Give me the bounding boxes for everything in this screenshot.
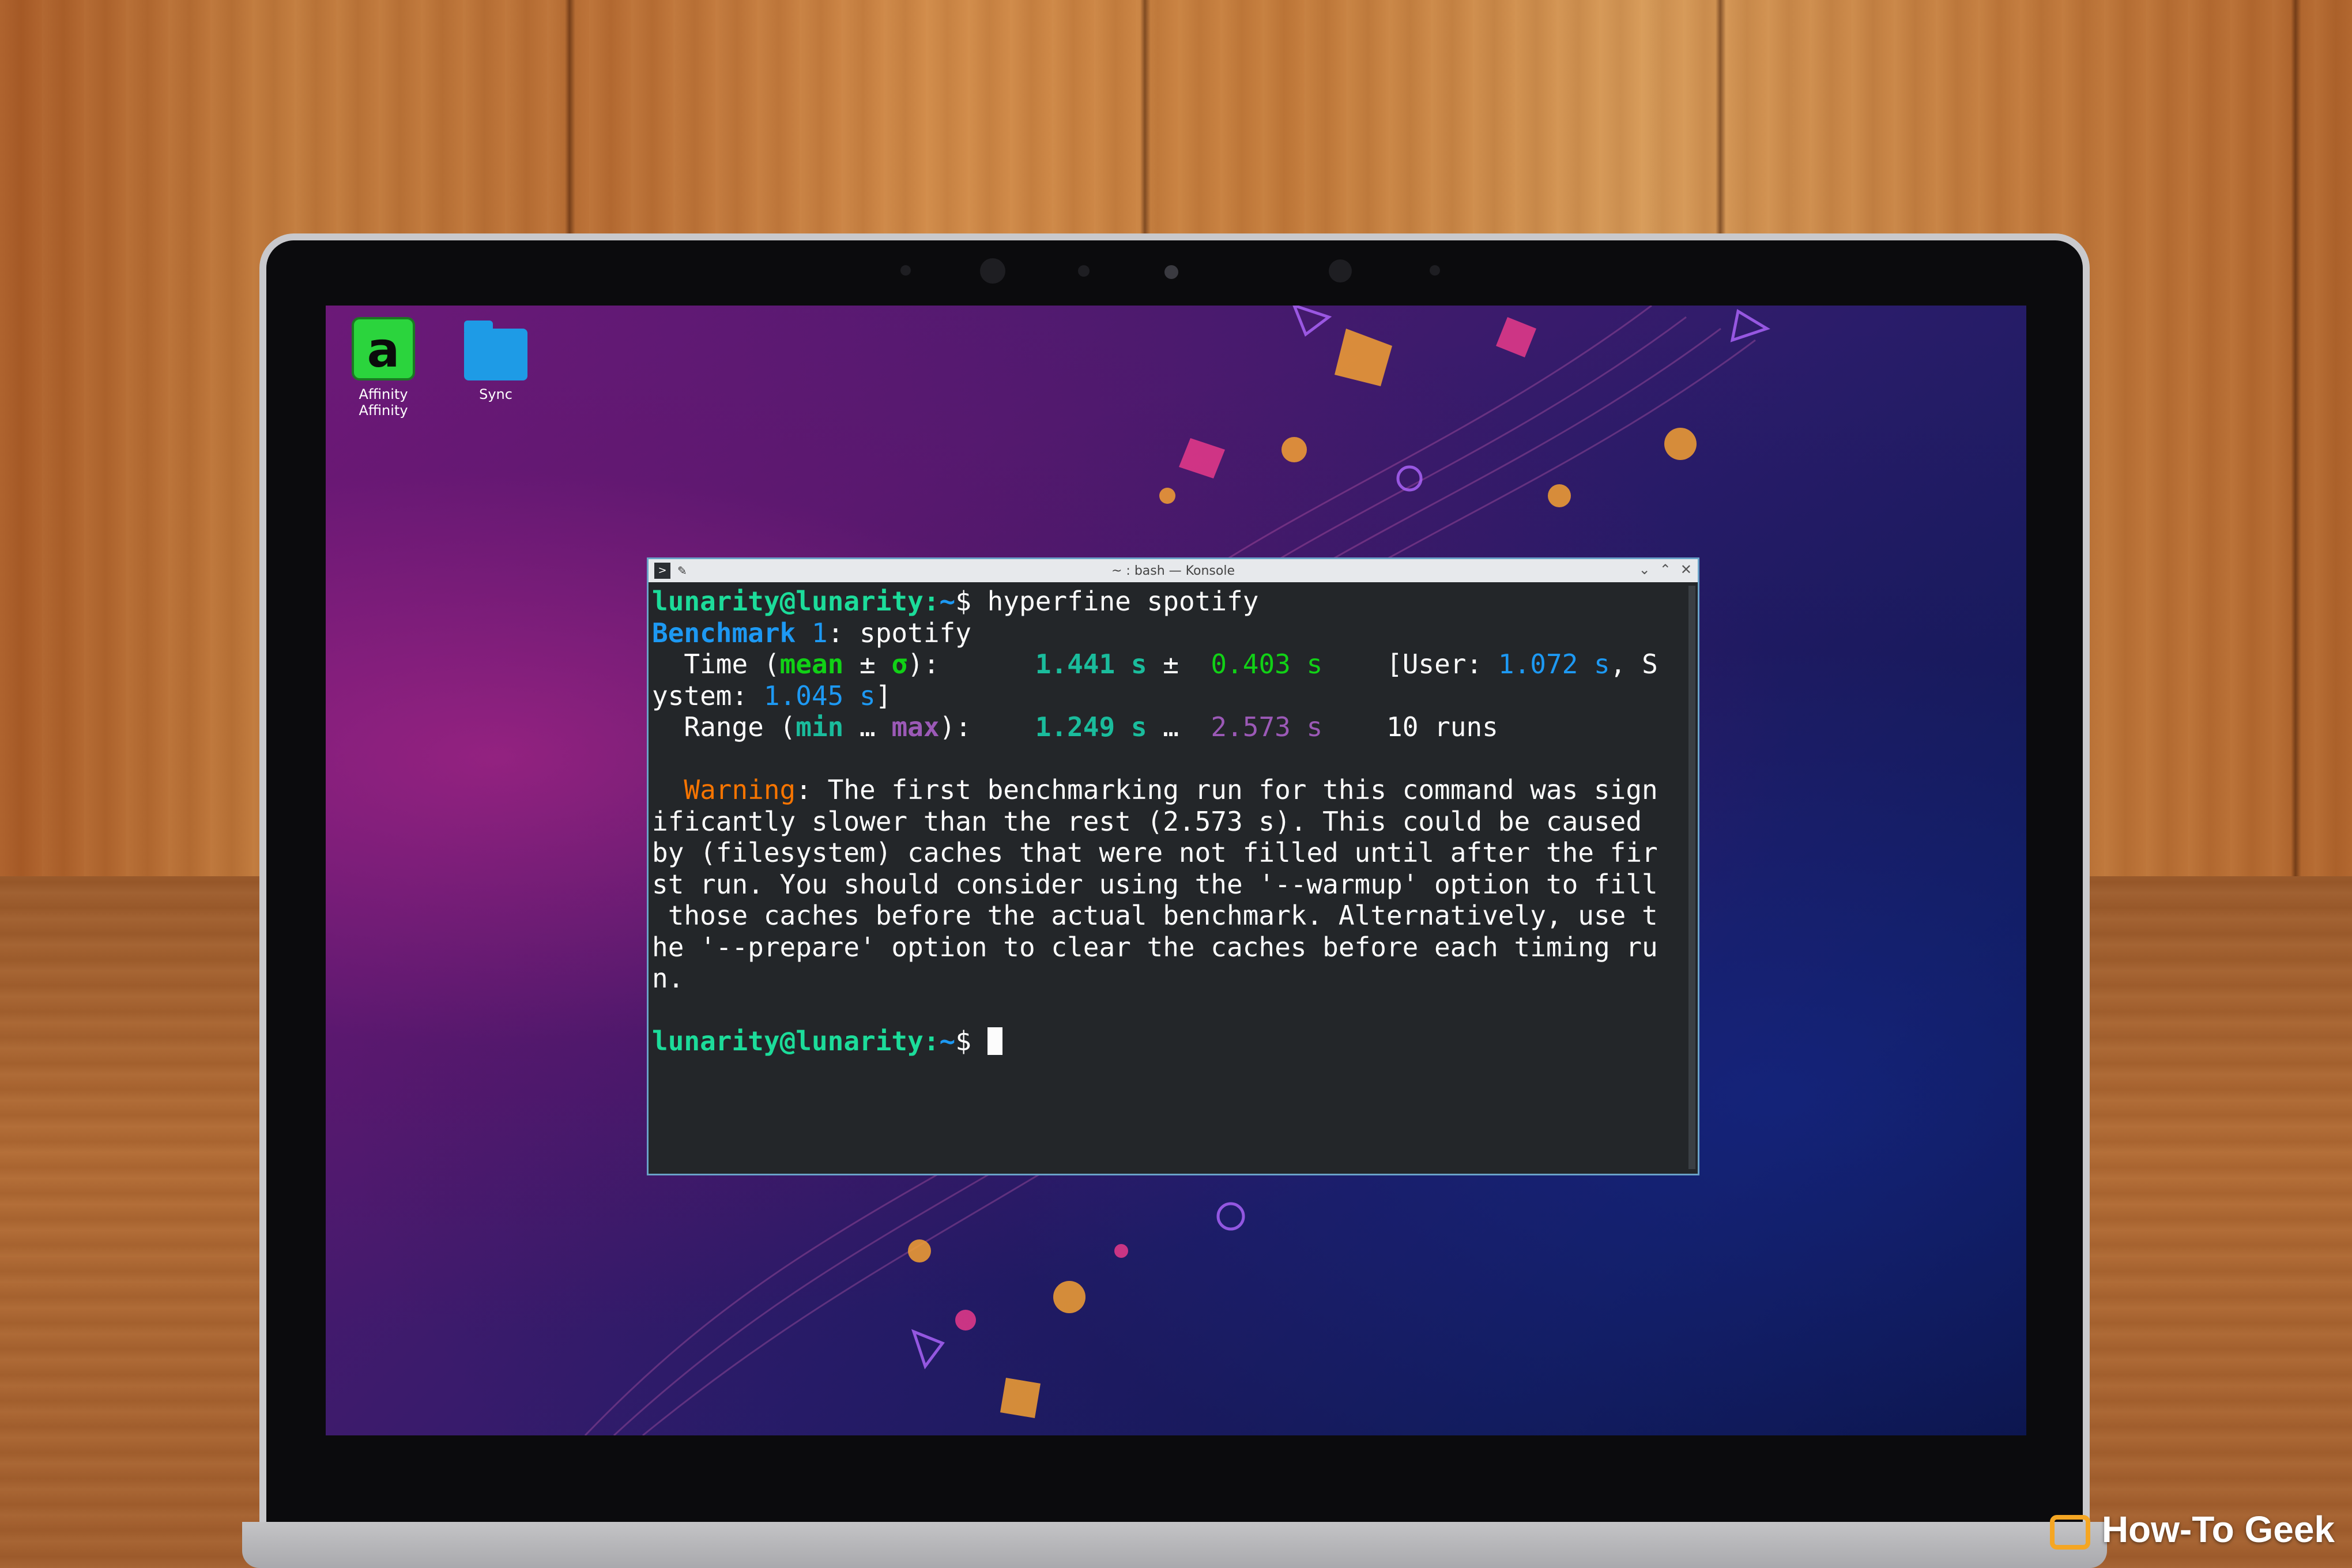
time-mean-label: mean — [779, 649, 844, 680]
range-close: ): — [939, 711, 1035, 742]
window-titlebar[interactable]: > ✎ ~ : bash — Konsole ⌄ ⌃ ✕ — [649, 559, 1698, 582]
camera-sensor — [900, 265, 911, 276]
command-text: hyperfine spotify — [971, 586, 1259, 617]
system-label: ystem: — [652, 680, 764, 711]
warning-label: Warning — [652, 774, 796, 805]
time-sigma-label: σ — [891, 649, 908, 680]
camera-sensor — [1078, 265, 1090, 277]
benchmark-name: : spotify — [827, 617, 971, 649]
camera-lens-icon — [980, 258, 1005, 284]
user-separator: , S — [1610, 649, 1658, 680]
prompt-path: ~ — [939, 586, 956, 617]
user-time-value: 1.072 s — [1498, 649, 1610, 680]
camera-lens-icon — [1329, 259, 1352, 282]
camera-sensor — [1430, 265, 1440, 276]
mean-value: 1.441 s — [1035, 649, 1147, 680]
terminal-output[interactable]: lunarity@lunarity:~$ hyperfine spotify B… — [652, 586, 1685, 1169]
prompt-symbol: $ — [955, 586, 971, 617]
min-value: 1.249 s — [1035, 711, 1147, 742]
watermark: How-To Geek — [2049, 1508, 2335, 1551]
prompt-symbol: $ — [955, 1026, 971, 1057]
range-min-label: min — [796, 711, 844, 742]
terminal-scrollbar[interactable] — [1688, 586, 1695, 1169]
folder-icon — [464, 321, 527, 380]
user-label: [User: — [1322, 649, 1498, 680]
benchmark-label: Benchmark — [652, 617, 812, 649]
desktop-icon-label: Sync — [479, 386, 512, 402]
desktop-icon-label: Affinity Affinity — [359, 386, 408, 419]
watermark-text: How-To Geek — [2101, 1509, 2335, 1550]
konsole-window[interactable]: > ✎ ~ : bash — Konsole ⌄ ⌃ ✕ lunarity@lu… — [647, 557, 1699, 1175]
max-value: 2.573 s — [1211, 711, 1323, 742]
ellipsis: … — [1147, 711, 1211, 742]
howtogeek-logo-icon — [2049, 1515, 2090, 1550]
system-time-value: 1.045 s — [763, 680, 876, 711]
desktop-screen: a Affinity Affinity Sync > ✎ ~ : bash — … — [326, 306, 2026, 1435]
plus-minus: ± — [843, 649, 892, 680]
desktop-icon-sync[interactable]: Sync — [450, 317, 542, 402]
minimize-icon[interactable]: ⌄ — [1639, 561, 1650, 578]
maximize-icon[interactable]: ⌃ — [1660, 561, 1671, 578]
sigma-value: 0.403 s — [1211, 649, 1323, 680]
warning-text: : The first benchmarking run for this co… — [652, 774, 1658, 994]
time-close: ): — [907, 649, 1035, 680]
prompt-path: ~ — [939, 1026, 956, 1057]
range-label: Range ( — [652, 711, 796, 742]
affinity-app-icon: a — [352, 317, 415, 380]
time-label: Time ( — [652, 649, 780, 680]
prompt-user: lunarity@lunarity — [652, 586, 924, 617]
system-close: ] — [875, 680, 892, 711]
plus-minus: ± — [1147, 649, 1211, 680]
text-cursor — [987, 1027, 1002, 1055]
range-max-label: max — [891, 711, 940, 742]
desktop-icon-affinity[interactable]: a Affinity Affinity — [337, 317, 429, 419]
ellipsis: … — [843, 711, 892, 742]
prompt-user: lunarity@lunarity — [652, 1026, 924, 1057]
benchmark-number: 1 — [811, 617, 828, 649]
close-icon[interactable]: ✕ — [1680, 561, 1692, 578]
window-title: ~ : bash — Konsole — [1111, 564, 1235, 578]
camera-sensor — [1164, 265, 1178, 279]
laptop-base — [242, 1522, 2107, 1568]
runs-count: 10 runs — [1322, 711, 1498, 742]
